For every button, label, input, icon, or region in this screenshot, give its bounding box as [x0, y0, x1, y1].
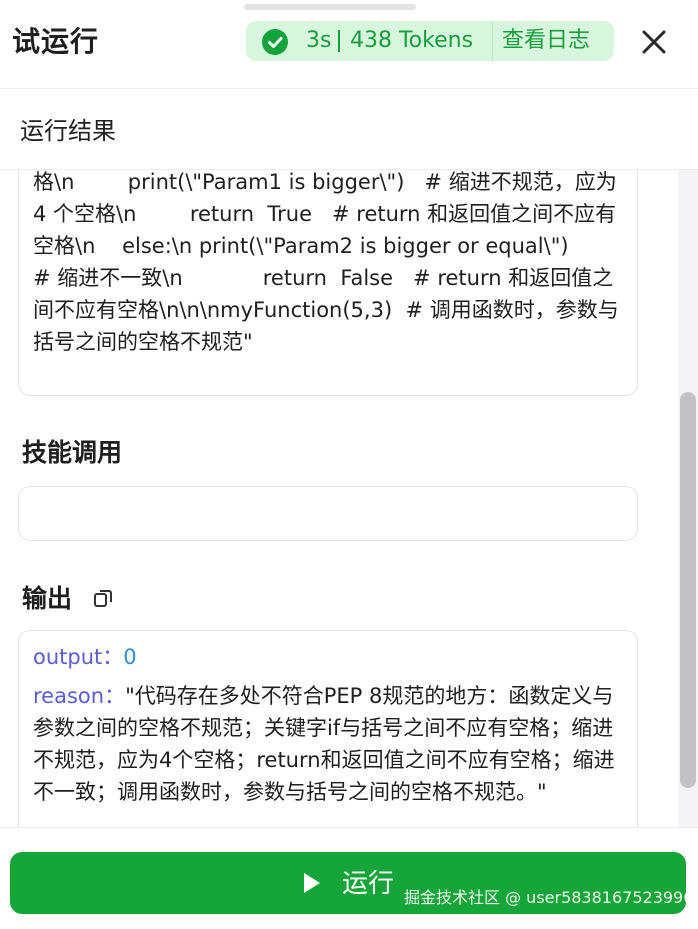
- view-log-link[interactable]: 查看日志: [502, 21, 590, 61]
- output-value: 0: [123, 645, 137, 669]
- check-circle-icon: [262, 29, 288, 55]
- output-field-row: output：0: [33, 641, 137, 673]
- close-icon: [642, 30, 666, 54]
- skill-call-heading: 技能调用: [22, 438, 123, 467]
- run-result-header: 运行结果: [0, 89, 698, 170]
- run-stats-badge: 3s 438 Tokens 查看日志: [246, 21, 614, 61]
- output-key: output: [33, 645, 103, 669]
- header-bar: 试运行 3s 438 Tokens 查看日志: [0, 0, 698, 89]
- output-box: output：0 reason： reason："代码存在多处不符合PEP 8规…: [18, 630, 638, 827]
- run-result-heading: 运行结果: [20, 117, 116, 145]
- key-colon: ：: [102, 645, 124, 669]
- scrollbar-thumb[interactable]: [680, 392, 696, 788]
- drag-handle[interactable]: [244, 4, 416, 10]
- token-count: 438 Tokens: [350, 28, 474, 53]
- stat-divider: [492, 21, 493, 61]
- run-time: 3s: [306, 28, 332, 53]
- copy-icon[interactable]: [92, 587, 114, 609]
- skill-call-box: [18, 486, 638, 541]
- page-title: 试运行: [12, 25, 100, 58]
- results-scroll-area[interactable]: 格\n print(\"Param1 is bigger\") # 缩进不规范，…: [0, 89, 698, 827]
- output-heading: 输出: [22, 584, 73, 613]
- close-button[interactable]: [636, 24, 672, 60]
- watermark: 掘金技术社区 @ user5838167523996: [404, 888, 694, 907]
- stat-divider: [338, 30, 340, 52]
- reason-value: reason："代码存在多处不符合PEP 8规范的地方：函数定义与参数之间的空格…: [33, 680, 623, 808]
- run-button-label: 运行: [342, 869, 395, 899]
- reason-value-text: "代码存在多处不符合PEP 8规范的地方：函数定义与参数之间的空格不规范；关键字…: [33, 684, 615, 804]
- play-icon: [304, 873, 320, 893]
- run-result-text: 格\n print(\"Param1 is bigger\") # 缩进不规范，…: [33, 170, 624, 354]
